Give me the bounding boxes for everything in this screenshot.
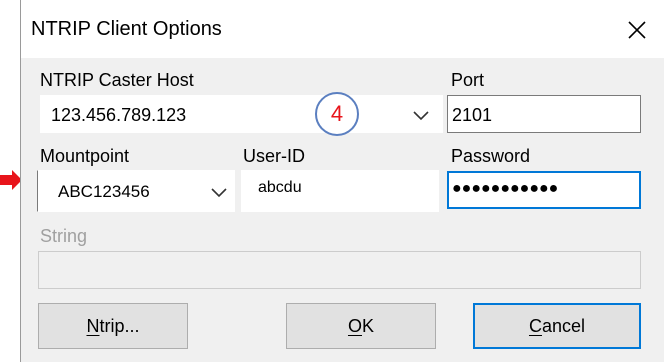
close-icon [628,21,646,39]
mountpoint-value: ABC123456 [58,182,150,201]
ok-button[interactable]: OK [286,303,436,349]
close-button[interactable] [617,10,657,50]
port-value: 2101 [452,105,493,125]
password-field[interactable]: ●●●●●●●●●●● [447,171,641,209]
dialog-title: NTRIP Client Options [31,18,222,40]
caster-host-value: 123.456.789.123 [51,105,187,125]
ok-button-label: K [362,315,375,336]
user-id-label: User-ID [243,146,305,166]
ntrip-button-label: trip... [99,315,140,336]
password-value: ●●●●●●●●●●● [452,180,559,197]
caster-host-combobox[interactable]: 123.456.789.123 [40,95,443,133]
title-bar: NTRIP Client Options [21,0,664,58]
user-id-field[interactable]: abcdu [241,170,439,212]
chevron-down-icon[interactable] [413,111,429,121]
cancel-button-mnemonic: C [528,315,542,336]
password-label: Password [451,146,531,166]
chevron-down-icon[interactable] [211,188,227,198]
port-field[interactable]: 2101 [447,95,641,133]
ntrip-client-options-dialog: NTRIP Client Options NTRIP Caster Host 1… [20,0,664,362]
port-label: Port [451,70,485,90]
string-field [38,251,641,289]
user-id-value: abcdu [258,179,302,196]
cancel-button[interactable]: Cancel [473,303,641,349]
annotation-badge-number: 4 [330,101,344,126]
mountpoint-combobox[interactable]: ABC123456 [37,170,235,212]
mountpoint-label: Mountpoint [40,146,130,166]
ntrip-button[interactable]: Ntrip... [38,303,188,349]
string-label: String [40,226,88,246]
caster-host-label: NTRIP Caster Host [40,70,194,90]
annotation-badge: 4 [315,92,359,136]
ntrip-button-mnemonic: N [86,315,100,336]
cancel-button-label: ancel [541,315,586,336]
ok-button-mnemonic: O [347,315,362,336]
